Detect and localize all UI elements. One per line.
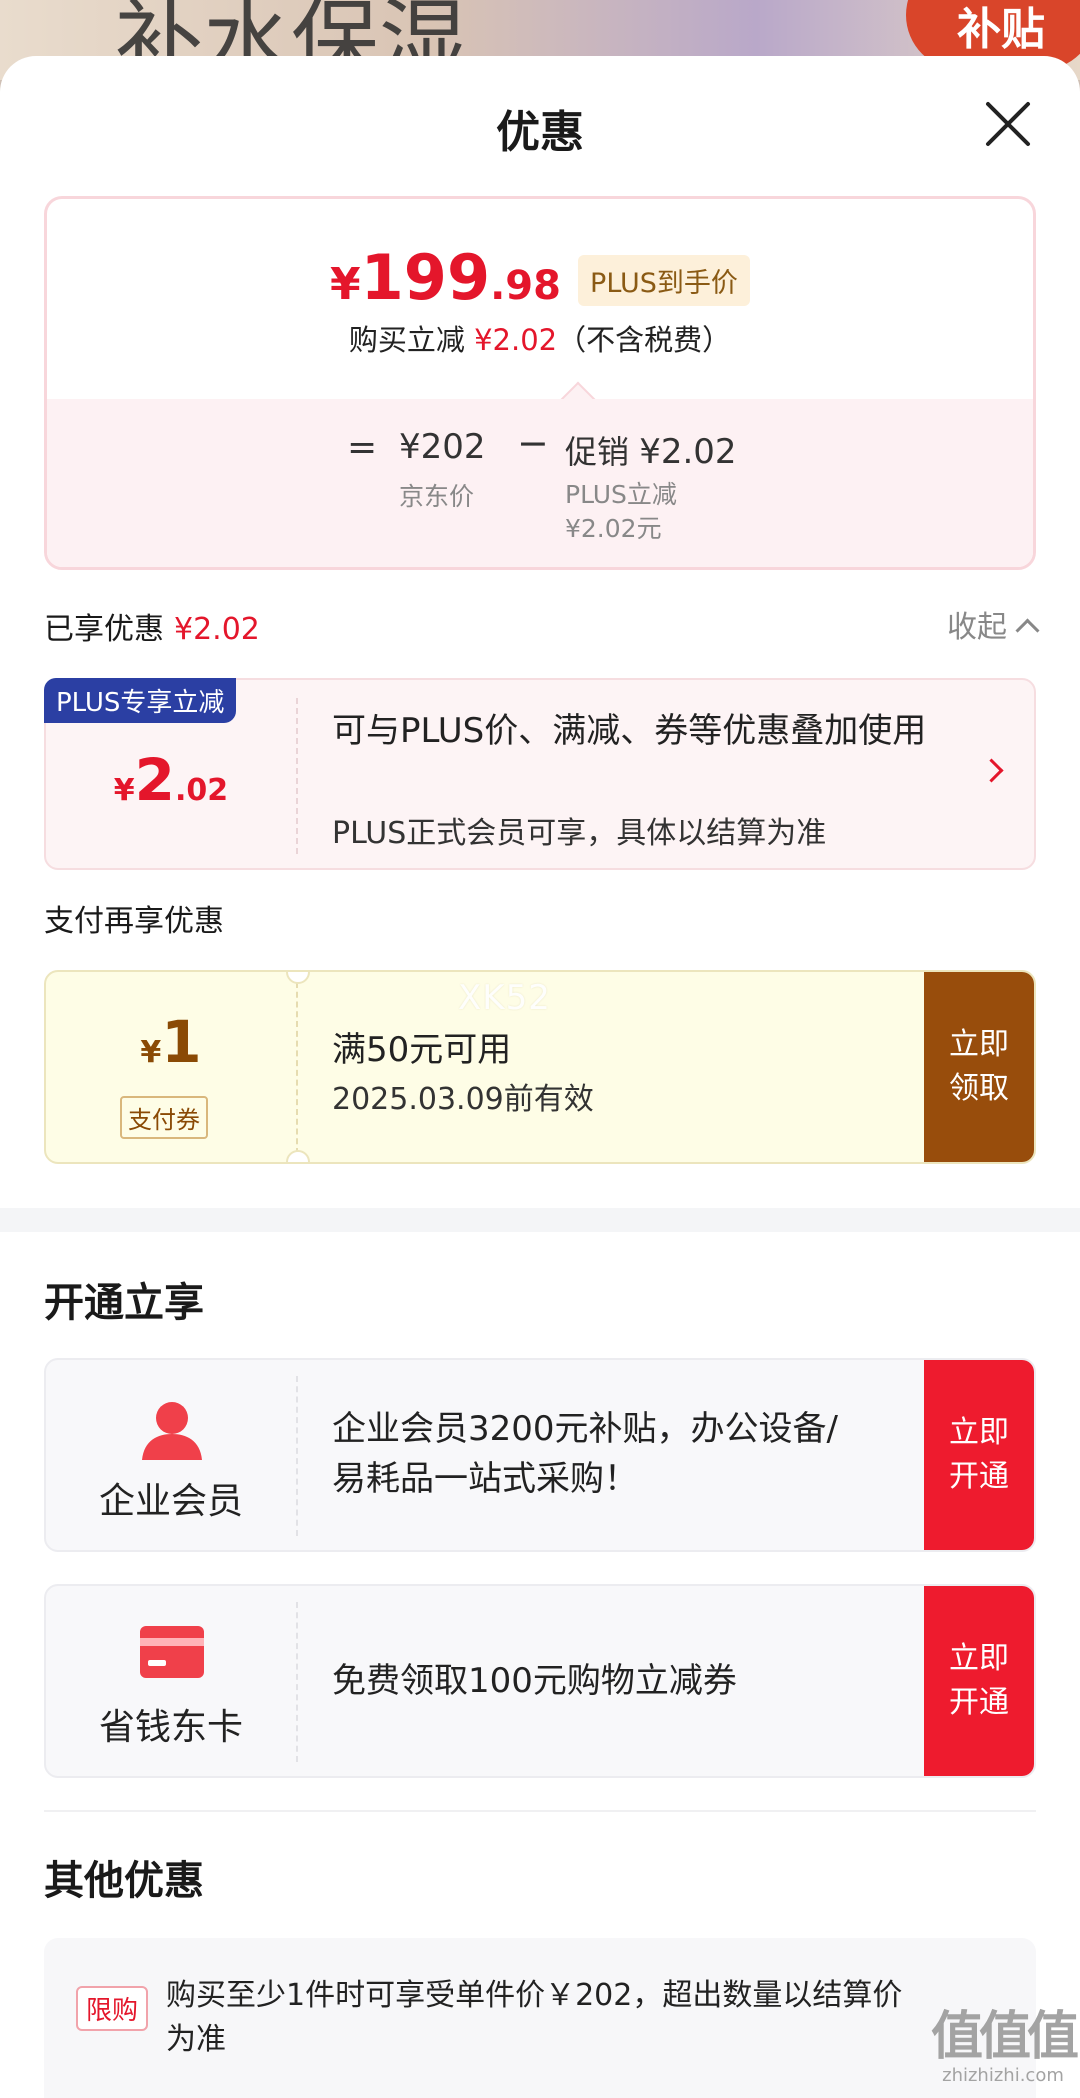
- person-icon: [142, 1402, 202, 1460]
- equals-sign: =: [347, 427, 378, 468]
- currency-symbol: ¥: [330, 259, 361, 310]
- service-name: 省钱东卡: [98, 1707, 243, 1748]
- coupon-condition: 满50元可用: [332, 1030, 512, 1070]
- brand-logo-text: 值值值: [930, 2007, 1079, 2067]
- chevron-up-icon: [1015, 618, 1040, 643]
- site-watermark-logo: 值值值 zhizhizhi.com: [928, 1994, 1079, 2086]
- dashed-divider: [296, 1602, 298, 1762]
- claim-coupon-button[interactable]: 立即领取: [924, 972, 1034, 1162]
- jd-price-value: ¥202: [399, 427, 486, 467]
- promo-block: 促销 ¥2.02: [565, 427, 737, 473]
- price-formula: = ¥202 京东价 − 促销 ¥2.02 PLUS立减 ¥2.02元: [47, 399, 1033, 567]
- enjoyed-label: 已享优惠: [44, 612, 164, 647]
- plus-offer-amount: ¥2.02: [46, 746, 296, 814]
- final-price-header: ¥199.98 PLUS到手价 购买立减 ¥2.02（不含税费）: [47, 199, 1033, 399]
- plus-offer-card[interactable]: PLUS专享立减 ¥2.02 可与PLUS价、满减、券等优惠叠加使用 PLUS正…: [44, 678, 1036, 870]
- brand-url: zhizhizhi.com: [942, 2065, 1064, 2086]
- plus-offer-description: 可与PLUS价、满减、券等优惠叠加使用: [332, 711, 927, 751]
- watermark-text: XK52: [458, 978, 551, 1018]
- plus-reduce-label: PLUS立减: [565, 480, 677, 509]
- promo-value: ¥2.02: [639, 432, 737, 472]
- dashed-divider: [296, 982, 298, 1154]
- savings-card-card: 省钱东卡 免费领取100元购物立减券 立即开通: [44, 1584, 1036, 1778]
- open-section-title: 开通立享: [44, 1280, 204, 1326]
- sheet-title: 优惠: [496, 107, 584, 158]
- chevron-right-icon: [979, 758, 1004, 783]
- price-integer: 199: [360, 241, 491, 314]
- section-gap: [0, 1208, 1080, 1232]
- enjoyed-amount: ¥2.02: [174, 612, 260, 647]
- section-divider: [44, 1810, 1036, 1812]
- claim-button-label: 立即领取: [949, 1027, 1009, 1106]
- reduce-summary: 购买立减 ¥2.02（不含税费）: [47, 317, 1033, 359]
- collapse-toggle[interactable]: 收起: [947, 602, 1040, 646]
- service-description: 企业会员3200元补贴，办公设备/易耗品一站式采购！: [332, 1409, 838, 1499]
- purchase-limit-card: 限购 购买至少1件时可享受单件价￥202，超出数量以结算价为准: [44, 1938, 1036, 2098]
- card-icon: [140, 1626, 204, 1678]
- coupon-type-tag: 支付券: [120, 1096, 208, 1139]
- ticket-notch-bottom: [286, 1150, 310, 1162]
- open-button-label: 立即开通: [949, 1415, 1009, 1494]
- dashed-divider: [296, 1376, 298, 1536]
- coupon-amount: ¥1: [46, 1008, 296, 1076]
- reduce-suffix: （不含税费）: [557, 323, 732, 357]
- pay-section-label: 支付再享优惠: [44, 904, 224, 939]
- enterprise-member-card: 企业会员 企业会员3200元补贴，办公设备/易耗品一站式采购！ 立即开通: [44, 1358, 1036, 1552]
- currency-symbol: ¥: [140, 1035, 162, 1070]
- reduce-amount: ¥2.02: [474, 323, 558, 357]
- jd-price-label: 京东价: [399, 482, 475, 511]
- reduce-prefix: 购买立减: [348, 323, 465, 357]
- plus-price-tag: PLUS到手价: [578, 255, 750, 306]
- final-price: ¥199.98 PLUS到手价: [47, 241, 1033, 314]
- limit-tag: 限购: [76, 1986, 149, 2031]
- other-section-title: 其他优惠: [44, 1858, 204, 1904]
- service-name: 企业会员: [98, 1481, 243, 1522]
- dashed-divider: [296, 698, 298, 854]
- promo-label: 促销: [565, 433, 630, 471]
- amount-integer: 2: [134, 746, 176, 814]
- plus-reduce-value: ¥2.02元: [565, 514, 662, 543]
- coupon-validity: 2025.03.09前有效: [332, 1082, 594, 1117]
- service-description: 免费领取100元购物立减券: [332, 1661, 737, 1701]
- open-button-label: 立即开通: [949, 1641, 1009, 1720]
- open-enterprise-button[interactable]: 立即开通: [924, 1360, 1034, 1550]
- currency-symbol: ¥: [113, 773, 135, 808]
- plus-offer-note: PLUS正式会员可享，具体以结算为准: [332, 816, 827, 851]
- ticket-notch-top: [286, 972, 310, 984]
- discount-sheet: 优惠 ¥199.98 PLUS到手价 购买立减 ¥2.02（不含税费） = ¥2…: [0, 56, 1080, 2098]
- amount-decimal: .02: [175, 773, 229, 808]
- enjoyed-discount: 已享优惠 ¥2.02: [44, 604, 260, 648]
- coupon-value: 1: [161, 1008, 202, 1076]
- limit-description: 购买至少1件时可享受单件价￥202，超出数量以结算价为准: [166, 1978, 903, 2057]
- minus-sign: −: [517, 421, 549, 465]
- price-decimal: .98: [490, 263, 561, 309]
- final-price-card: ¥199.98 PLUS到手价 购买立减 ¥2.02（不含税费） = ¥202 …: [44, 196, 1036, 570]
- open-savings-card-button[interactable]: 立即开通: [924, 1586, 1034, 1776]
- collapse-label: 收起: [947, 610, 1007, 645]
- plus-exclusive-badge: PLUS专享立减: [44, 678, 237, 723]
- close-icon[interactable]: [980, 96, 1036, 152]
